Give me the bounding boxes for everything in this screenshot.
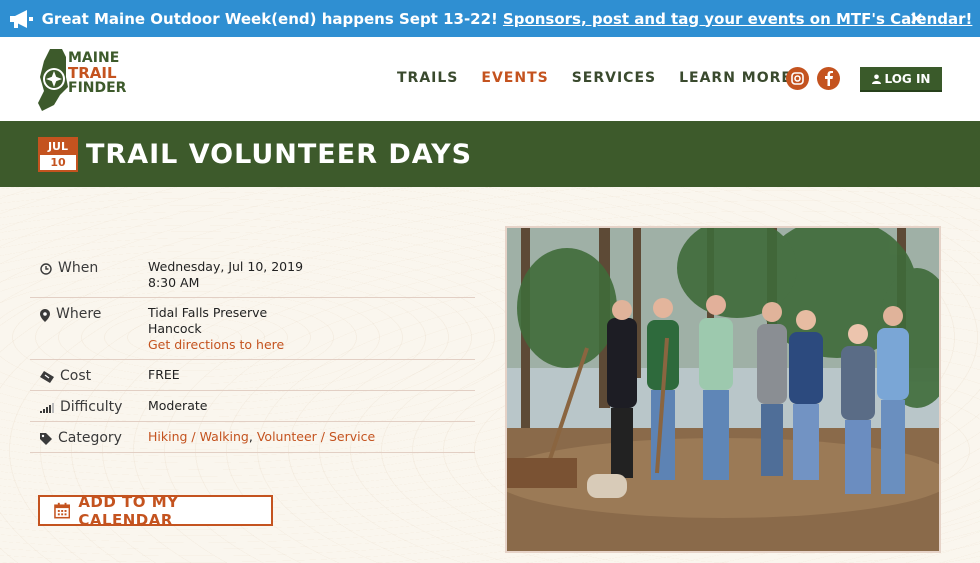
detail-row-category: Category Hiking / Walking, Volunteer / S… [30,422,475,453]
nav-events[interactable]: EVENTS [481,70,548,86]
map-pin-icon [40,309,50,322]
event-photo [505,226,941,553]
detail-label-category-wrap: Category [30,427,148,446]
logo-wordmark[interactable]: MAINE TRAIL FINDER [68,51,126,96]
date-day: 10 [40,155,76,170]
detail-row-when: When Wednesday, Jul 10, 2019 8:30 AM [30,252,475,298]
megaphone-icon [9,9,33,28]
instagram-icon[interactable] [786,67,809,90]
event-cost: FREE [148,367,180,382]
date-month: JUL [47,140,69,153]
detail-label-when: When [58,260,99,276]
event-title-bar: JUL 10 TRAIL VOLUNTEER DAYS [0,121,980,187]
main-nav: TRAILS EVENTS SERVICES LEARN MORE [397,70,792,86]
detail-label-cost-wrap: Cost [30,365,148,384]
event-place: Tidal Falls Preserve [148,305,268,320]
signal-bars-icon [40,403,54,413]
event-town: Hancock [148,321,202,336]
detail-value-where: Tidal Falls Preserve Hancock Get directi… [148,303,284,353]
user-icon [871,74,881,84]
login-button[interactable]: LOG IN [860,67,942,92]
detail-value-when: Wednesday, Jul 10, 2019 8:30 AM [148,257,303,291]
directions-link[interactable]: Get directions to here [148,337,284,353]
add-to-calendar-label: ADD TO MY CALENDAR [78,492,179,529]
announcement-link[interactable]: Sponsors, post and tag your events on MT… [503,10,972,28]
social-links [786,67,840,90]
detail-value-category: Hiking / Walking, Volunteer / Service [148,427,375,446]
nav-trails[interactable]: TRAILS [397,70,458,86]
detail-label-difficulty-wrap: Difficulty [30,396,148,415]
detail-label-when-wrap: When [30,257,148,291]
clock-icon [40,263,52,275]
event-time: 8:30 AM [148,275,200,290]
calendar-icon [54,502,71,519]
event-date: Wednesday, Jul 10, 2019 [148,259,304,274]
page-title: TRAIL VOLUNTEER DAYS [86,139,473,170]
event-difficulty: Moderate [148,398,208,413]
ticket-icon [40,371,54,383]
event-details: When Wednesday, Jul 10, 2019 8:30 AM Whe… [30,252,475,453]
date-badge: JUL 10 [38,137,78,172]
detail-label-difficulty: Difficulty [60,399,123,415]
site-header: MAINE TRAIL FINDER TRAILS EVENTS SERVICE… [0,37,980,121]
nav-services[interactable]: SERVICES [572,70,656,86]
add-to-calendar-button[interactable]: ADD TO MY CALENDAR [38,492,273,529]
detail-label-cost: Cost [60,368,92,384]
detail-row-where: Where Tidal Falls Preserve Hancock Get d… [30,298,475,360]
tag-icon [40,433,52,445]
logo-line-trail: TRAIL [68,64,117,82]
detail-label-where: Where [56,306,102,322]
category-link-volunteer[interactable]: Volunteer / Service [257,429,375,444]
detail-row-difficulty: Difficulty Moderate [30,391,475,422]
detail-row-cost: Cost FREE [30,360,475,391]
close-icon[interactable]: × [909,8,924,29]
logo-line-finder: FINDER [68,80,127,96]
nav-learn-more[interactable]: LEARN MORE [679,70,792,86]
category-separator: , [248,429,253,444]
announcement-bar: Great Maine Outdoor Week(end) happens Se… [0,0,980,37]
detail-label-category: Category [58,430,122,446]
login-label: LOG IN [884,71,931,86]
facebook-icon[interactable] [817,67,840,90]
category-link-hiking[interactable]: Hiking / Walking [148,429,249,444]
announcement-text: Great Maine Outdoor Week(end) happens Se… [41,9,498,28]
detail-label-where-wrap: Where [30,303,148,353]
